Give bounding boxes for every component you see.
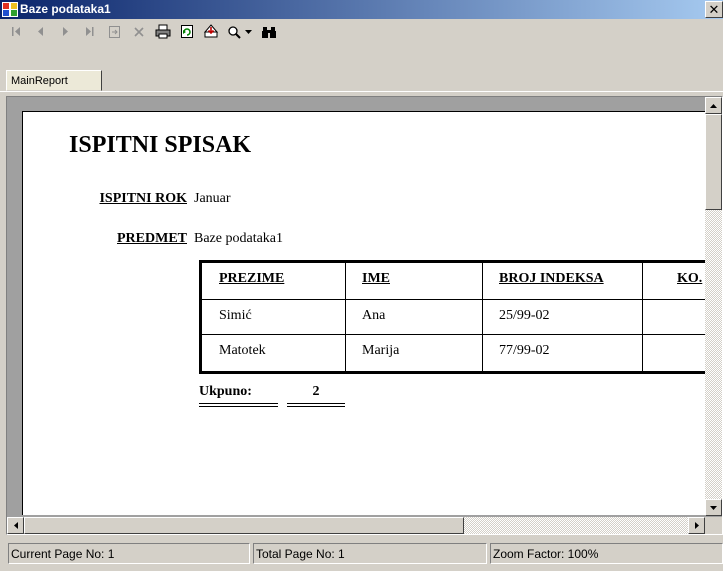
report-viewer: ISPITNI SPISAK ISPITNI ROK Januar PREDME… bbox=[6, 96, 723, 535]
status-bar: Current Page No: 1 Total Page No: 1 Zoom… bbox=[0, 540, 723, 571]
table-row-divider bbox=[202, 334, 707, 335]
scrollbar-corner bbox=[705, 517, 722, 534]
vertical-scroll-thumb[interactable] bbox=[705, 114, 722, 210]
search-binoculars-icon[interactable] bbox=[258, 21, 279, 42]
table-cell: Ana bbox=[362, 308, 386, 323]
total-value-underline bbox=[287, 403, 345, 407]
total-page-status: Total Page No: 1 bbox=[253, 543, 487, 564]
column-header-ime: IME bbox=[362, 271, 390, 286]
horizontal-scrollbar[interactable] bbox=[7, 517, 705, 534]
table-cell: Simić bbox=[219, 308, 252, 323]
close-button[interactable]: ✕ bbox=[705, 1, 723, 18]
table-cell: 25/99-02 bbox=[499, 308, 550, 323]
app-icon bbox=[2, 2, 18, 17]
title-bar: Baze podataka1 ✕ bbox=[0, 0, 723, 19]
students-table: PREZIME IME BROJ INDEKSA KO. Simić Ana 2… bbox=[199, 260, 707, 374]
table-cell: 77/99-02 bbox=[499, 343, 550, 358]
dropdown-arrow-icon[interactable] bbox=[242, 21, 254, 42]
scroll-right-button[interactable] bbox=[688, 517, 705, 534]
print-icon[interactable] bbox=[152, 21, 173, 42]
scroll-up-button[interactable] bbox=[705, 97, 722, 114]
current-page-status: Current Page No: 1 bbox=[8, 543, 250, 564]
column-header-ko: KO. bbox=[677, 271, 703, 286]
vertical-scrollbar[interactable] bbox=[705, 97, 722, 516]
tab-mainreport[interactable]: MainReport bbox=[6, 70, 102, 91]
zoom-factor-status: Zoom Factor: 100% bbox=[490, 543, 723, 564]
column-header-broj-indeksa: BROJ INDEKSA bbox=[499, 271, 604, 286]
last-page-icon[interactable] bbox=[78, 21, 99, 42]
column-header-prezime: PREZIME bbox=[219, 271, 285, 286]
horizontal-scroll-thumb[interactable] bbox=[24, 517, 464, 534]
toolbar bbox=[0, 19, 723, 67]
tab-divider bbox=[0, 91, 723, 92]
total-label-underline bbox=[199, 403, 278, 407]
table-row-divider bbox=[202, 299, 707, 300]
stop-icon[interactable] bbox=[128, 21, 149, 42]
table-cell: Matotek bbox=[219, 343, 266, 358]
first-page-icon[interactable] bbox=[6, 21, 27, 42]
goto-page-icon[interactable] bbox=[104, 21, 125, 42]
table-cell: Marija bbox=[362, 343, 400, 358]
scroll-down-button[interactable] bbox=[705, 499, 722, 516]
subject-value: Baze podataka1 bbox=[194, 231, 284, 246]
exam-period-value: Januar bbox=[194, 191, 231, 206]
window-title: Baze podataka1 bbox=[20, 2, 111, 16]
exam-period-label: ISPITNI ROK bbox=[99, 191, 187, 206]
scroll-left-button[interactable] bbox=[7, 517, 24, 534]
next-page-icon[interactable] bbox=[54, 21, 75, 42]
subject-label: PREDMET bbox=[117, 231, 187, 246]
total-label: Ukpuno: bbox=[199, 384, 252, 399]
refresh-icon[interactable] bbox=[176, 21, 197, 42]
report-page: ISPITNI SPISAK ISPITNI ROK Januar PREDME… bbox=[22, 111, 707, 515]
previous-page-icon[interactable] bbox=[30, 21, 51, 42]
total-value: 2 bbox=[312, 384, 320, 399]
export-icon[interactable] bbox=[200, 21, 221, 42]
report-title: ISPITNI SPISAK bbox=[69, 132, 252, 158]
